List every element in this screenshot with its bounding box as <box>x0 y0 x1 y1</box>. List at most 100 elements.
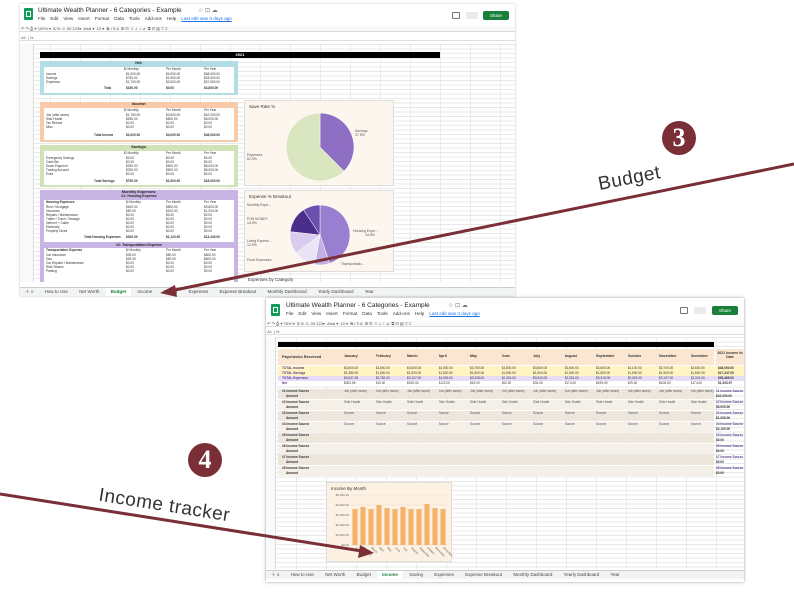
source-cell[interactable]: Source <box>376 411 386 415</box>
menu-file[interactable]: File <box>38 16 45 21</box>
income-bar[interactable] <box>376 505 382 545</box>
source-cell[interactable]: Source <box>502 411 512 415</box>
source-cell[interactable]: Source <box>376 422 386 426</box>
income-bar[interactable] <box>392 509 398 545</box>
tab-budget[interactable]: Budget <box>105 288 132 296</box>
source-cell[interactable]: Side Hustle <box>407 400 423 404</box>
income-bar[interactable] <box>368 509 374 545</box>
source-cell[interactable]: Job (after taxes) <box>691 389 714 393</box>
income-bar[interactable] <box>432 508 438 545</box>
income-bar[interactable] <box>360 507 366 545</box>
source-cell[interactable]: Side Hustle <box>565 400 581 404</box>
tab-monthly-dashboard[interactable]: Monthly Dashboard <box>508 571 557 579</box>
menu-view[interactable]: View <box>63 16 73 21</box>
last-edit-link[interactable]: Last edit was 3 days ago <box>181 16 232 21</box>
menu-addons[interactable]: Add-ons <box>393 311 410 316</box>
tab-yearly-dashboard[interactable]: Yearly Dashboard <box>313 288 359 296</box>
income-bar[interactable] <box>424 504 430 545</box>
source-cell[interactable]: Job (after taxes) <box>407 389 430 393</box>
sheets-logo-icon[interactable] <box>271 304 280 316</box>
source-cell[interactable]: Side Hustle <box>344 400 360 404</box>
source-cell[interactable]: Source <box>533 422 543 426</box>
source-cell[interactable]: Job (after taxes) <box>502 389 525 393</box>
add-sheet-icon[interactable]: ＋ ≡ <box>266 571 284 579</box>
source-cell[interactable]: Source <box>628 422 638 426</box>
doc-title[interactable]: Ultimate Wealth Planner - 6 Categories -… <box>38 7 182 14</box>
tab-monthly-dashboard[interactable]: Monthly Dashboard <box>263 288 312 296</box>
source-cell[interactable]: Side Hustle <box>596 400 612 404</box>
source-cell[interactable]: Side Hustle <box>628 400 644 404</box>
income-bar[interactable] <box>384 508 390 545</box>
source-cell[interactable]: Job (after taxes) <box>659 389 682 393</box>
source-cell[interactable]: Source <box>470 411 480 415</box>
source-cell[interactable]: Source <box>407 411 417 415</box>
menu-data[interactable]: Data <box>114 16 124 21</box>
income-bar[interactable] <box>400 507 406 545</box>
tab-how-to-use[interactable]: How to Use <box>286 571 319 579</box>
source-cell[interactable]: Source <box>533 411 543 415</box>
menu-format[interactable]: Format <box>95 16 110 21</box>
formula-bar[interactable]: A1 | fx <box>20 35 515 41</box>
menu-insert[interactable]: Insert <box>326 311 338 316</box>
menu-help[interactable]: Help <box>415 311 424 316</box>
tab-year[interactable]: Year <box>360 288 379 296</box>
income-bar[interactable] <box>440 509 446 545</box>
sheets-logo-icon[interactable] <box>24 8 33 20</box>
present-icon[interactable] <box>694 307 706 314</box>
expense-breakout-chart[interactable]: Expense % Breakout Monthly Expe... FUN M… <box>244 190 394 272</box>
source-cell[interactable]: Source <box>596 422 606 426</box>
star-icon[interactable]: ☆ ⊡ ☁ <box>198 7 218 14</box>
source-cell[interactable]: Side Hustle <box>533 400 549 404</box>
tab-income[interactable]: Income <box>377 571 403 579</box>
tab-budget[interactable]: Budget <box>352 571 376 579</box>
menu-addons[interactable]: Add-ons <box>145 16 162 21</box>
menu-tools[interactable]: Tools <box>129 16 140 21</box>
source-cell[interactable]: Source <box>344 411 354 415</box>
income-bar[interactable] <box>408 509 414 545</box>
tab-year[interactable]: Year <box>605 571 624 579</box>
source-cell[interactable]: Source <box>502 422 512 426</box>
add-sheet-icon[interactable]: ＋ ≡ <box>20 288 38 296</box>
source-cell[interactable]: Side Hustle <box>439 400 455 404</box>
source-cell[interactable]: Job (after taxes) <box>628 389 651 393</box>
source-cell[interactable]: Source <box>344 422 354 426</box>
source-cell[interactable]: Source <box>628 411 638 415</box>
tab-expenses[interactable]: Expenses <box>429 571 459 579</box>
source-cell[interactable]: Source <box>565 411 575 415</box>
comment-icon[interactable] <box>680 307 688 314</box>
source-cell[interactable]: Source <box>439 422 449 426</box>
tab-yearly-dashboard[interactable]: Yearly Dashboard <box>559 571 605 579</box>
tab-income[interactable]: Income <box>132 288 157 296</box>
source-cell[interactable]: Source <box>691 422 701 426</box>
present-icon[interactable] <box>466 12 478 19</box>
source-cell[interactable]: Side Hustle <box>502 400 518 404</box>
menu-help[interactable]: Help <box>167 16 176 21</box>
source-cell[interactable]: Side Hustle <box>691 400 707 404</box>
menu-tools[interactable]: Tools <box>377 311 388 316</box>
tab-net-worth[interactable]: Net Worth <box>320 571 350 579</box>
tab-how-to-use[interactable]: How to Use <box>40 288 73 296</box>
source-cell[interactable]: Job (after taxes) <box>439 389 462 393</box>
source-cell[interactable]: Source <box>407 422 417 426</box>
doc-title[interactable]: Ultimate Wealth Planner - 6 Categories -… <box>286 302 430 309</box>
income-bar[interactable] <box>352 509 358 545</box>
source-cell[interactable]: Source <box>565 422 575 426</box>
menu-view[interactable]: View <box>311 311 321 316</box>
source-cell[interactable]: Job (after taxes) <box>344 389 367 393</box>
comment-icon[interactable] <box>452 12 460 19</box>
source-cell[interactable]: Side Hustle <box>470 400 486 404</box>
income-bar[interactable] <box>416 509 422 545</box>
share-button[interactable]: Share <box>712 306 738 315</box>
menu-edit[interactable]: Edit <box>50 16 58 21</box>
save-rate-chart[interactable]: Save Rate % Savings 37.5% Expenses 62.5% <box>244 100 394 186</box>
source-cell[interactable]: Source <box>659 411 669 415</box>
source-cell[interactable]: Source <box>439 411 449 415</box>
star-icon[interactable]: ☆ ⊡ ☁ <box>448 302 468 309</box>
menu-data[interactable]: Data <box>362 311 372 316</box>
tab-saving[interactable]: Saving <box>404 571 428 579</box>
menu-edit[interactable]: Edit <box>298 311 306 316</box>
source-cell[interactable]: Source <box>470 422 480 426</box>
menu-format[interactable]: Format <box>343 311 358 316</box>
formula-bar[interactable]: A1 | fx <box>266 329 744 335</box>
source-cell[interactable]: Job (after taxes) <box>533 389 556 393</box>
